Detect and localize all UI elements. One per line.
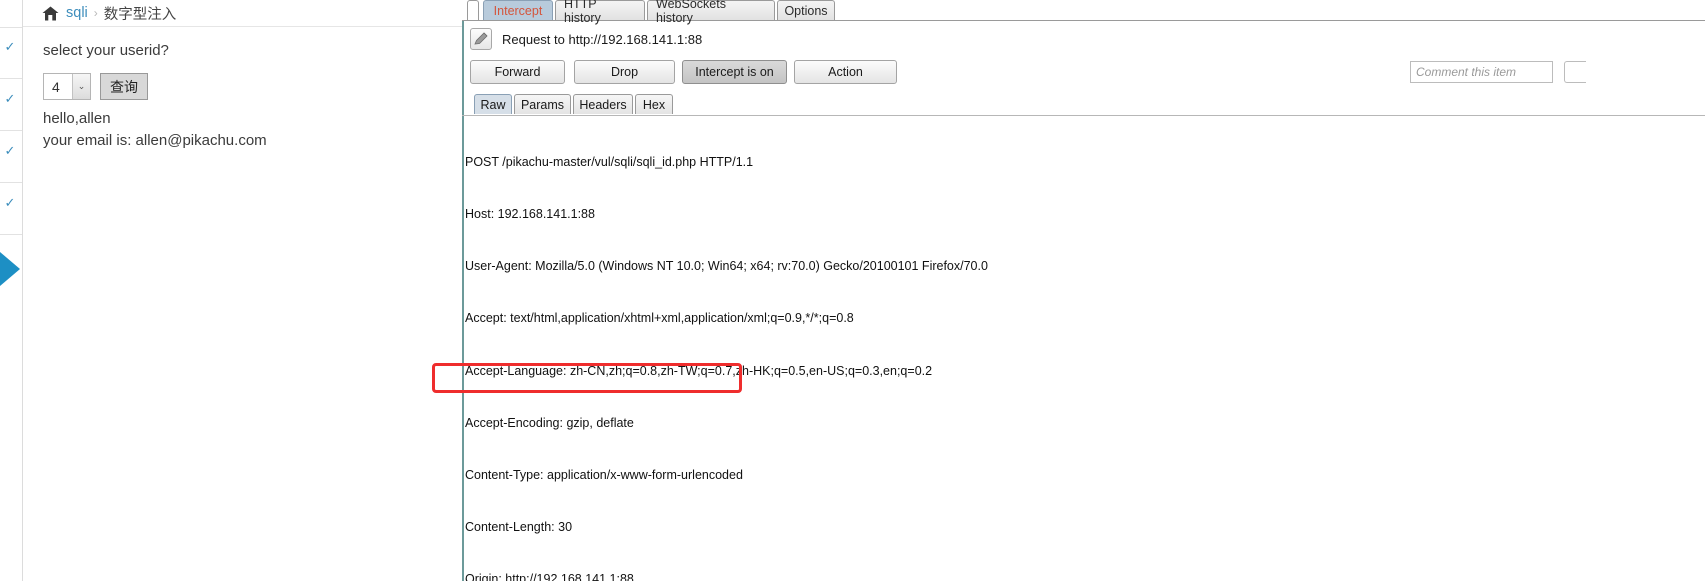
intercept-button-bar: Forward Drop Intercept is on Action bbox=[462, 60, 1705, 86]
subtab-raw[interactable]: Raw bbox=[474, 94, 512, 114]
active-menu-pointer bbox=[0, 252, 20, 286]
subtab-hex[interactable]: Hex bbox=[635, 94, 673, 114]
screen: ✓ ✓ ✓ ✓ sqli › 数字型注入 select your userid?… bbox=[0, 0, 1705, 581]
message-editor-tab-bar: Raw Params Headers Hex bbox=[462, 94, 1705, 115]
request-line-5: Accept-Encoding: gzip, deflate bbox=[465, 415, 634, 430]
check-icon-2: ✓ bbox=[4, 91, 16, 106]
page-content: select your userid? 4 ⌄ 查询 hello,allen y… bbox=[23, 28, 462, 581]
pencil-icon[interactable] bbox=[470, 28, 492, 50]
tab-websockets-history[interactable]: WebSockets history bbox=[647, 0, 775, 25]
userid-form: 4 ⌄ 查询 bbox=[43, 73, 148, 100]
request-header-bar: Request to http://192.168.141.1:88 bbox=[462, 24, 1705, 54]
check-icon-4: ✓ bbox=[4, 195, 16, 210]
tab-intercept[interactable]: Intercept bbox=[483, 0, 553, 20]
chevron-down-icon[interactable]: ⌄ bbox=[72, 74, 90, 99]
intercept-toggle-button[interactable]: Intercept is on bbox=[682, 60, 787, 84]
subtab-headers[interactable]: Headers bbox=[573, 94, 633, 114]
request-editor[interactable]: POST /pikachu-master/vul/sqli/sqli_id.ph… bbox=[432, 115, 1705, 581]
proxy-tab-bar: Intercept HTTP history WebSockets histor… bbox=[462, 0, 1705, 25]
request-line-7: Content-Length: 30 bbox=[465, 520, 573, 535]
tab-stub bbox=[467, 0, 479, 20]
check-icon-3: ✓ bbox=[4, 143, 16, 158]
highlight-color-button[interactable] bbox=[1564, 61, 1586, 83]
request-line-6: Content-Type: application/x-www-form-url… bbox=[465, 468, 743, 483]
editor-gutter bbox=[462, 116, 464, 581]
result-email: your email is: allen@pikachu.com bbox=[43, 132, 267, 149]
breadcrumb-separator: › bbox=[93, 6, 98, 20]
request-line-8: Origin: http://192.168.141.1:88 bbox=[465, 572, 634, 581]
userid-select[interactable]: 4 ⌄ bbox=[43, 73, 91, 100]
request-line-2: User-Agent: Mozilla/5.0 (Windows NT 10.0… bbox=[465, 259, 988, 274]
request-line-1: Host: 192.168.141.1:88 bbox=[465, 207, 595, 222]
action-button[interactable]: Action bbox=[794, 60, 897, 84]
home-icon[interactable] bbox=[42, 6, 59, 21]
browser-pane: ✓ ✓ ✓ ✓ sqli › 数字型注入 select your userid?… bbox=[0, 0, 462, 581]
breadcrumb-link-sqli[interactable]: sqli bbox=[66, 5, 88, 21]
query-button[interactable]: 查询 bbox=[100, 73, 148, 100]
request-raw-text[interactable]: POST /pikachu-master/vul/sqli/sqli_id.ph… bbox=[432, 119, 1705, 581]
prompt-label: select your userid? bbox=[43, 42, 169, 59]
request-line-0: POST /pikachu-master/vul/sqli/sqli_id.ph… bbox=[465, 154, 754, 169]
burp-suite-proxy: Intercept HTTP history WebSockets histor… bbox=[432, 0, 1705, 581]
request-line-3: Accept: text/html,application/xhtml+xml,… bbox=[465, 311, 854, 326]
breadcrumb-current: 数字型注入 bbox=[103, 6, 177, 23]
left-menu-strip: ✓ ✓ ✓ ✓ bbox=[0, 0, 22, 581]
check-icon-1: ✓ bbox=[4, 39, 16, 54]
request-line-4: Accept-Language: zh-CN,zh;q=0.8,zh-TW;q=… bbox=[465, 363, 933, 378]
tab-http-history[interactable]: HTTP history bbox=[555, 0, 645, 25]
forward-button[interactable]: Forward bbox=[470, 60, 565, 84]
result-greeting: hello,allen bbox=[43, 110, 111, 127]
breadcrumb: sqli › 数字型注入 bbox=[23, 0, 462, 27]
subtab-params[interactable]: Params bbox=[514, 94, 571, 114]
tab-options[interactable]: Options bbox=[777, 0, 835, 20]
userid-select-value: 4 bbox=[52, 78, 60, 95]
drop-button[interactable]: Drop bbox=[574, 60, 675, 84]
comment-input[interactable] bbox=[1410, 61, 1553, 83]
request-title: Request to http://192.168.141.1:88 bbox=[502, 32, 703, 47]
